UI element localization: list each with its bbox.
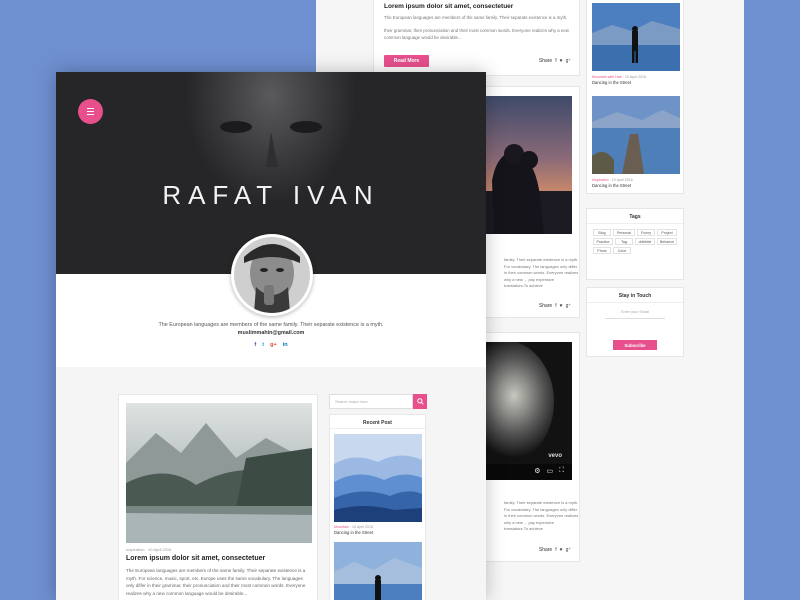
facebook-icon[interactable]: f	[555, 547, 556, 553]
linkedin-icon[interactable]: in	[283, 342, 288, 348]
post-category[interactable]: Mountain with Hair	[592, 75, 622, 79]
share-row: Share f ♥ g⁺	[539, 303, 571, 309]
widget-title: Stay in Touch	[618, 293, 652, 299]
widget-title: Tags	[629, 214, 641, 220]
post-excerpt: The European languages are members of th…	[384, 15, 568, 20]
tag[interactable]: Blog	[593, 229, 611, 236]
recent-post-image[interactable]	[334, 542, 422, 600]
tag[interactable]: Personal	[613, 229, 635, 236]
hamburger-icon	[87, 107, 94, 109]
post-date: 10 April 2016	[611, 178, 633, 182]
recent-post-title[interactable]: Dancing in the Street	[592, 80, 631, 85]
read-more-button[interactable]: Read More	[384, 55, 429, 67]
recent-post-title[interactable]: Dancing in the Street	[592, 183, 631, 188]
post-date: 10 April 2016	[148, 547, 172, 552]
newsletter-widget: Stay in Touch Enter your Email Subscribe	[586, 287, 684, 357]
facebook-icon[interactable]: f	[555, 58, 556, 64]
share-row: Share f ♥ g⁺	[539, 58, 571, 64]
post-meta: Mountain with Hair · 10 April 2016	[592, 75, 646, 79]
recent-post-widget: Mountain with Hair · 10 April 2016 Danci…	[586, 0, 684, 194]
google-plus-icon[interactable]: g+	[270, 342, 277, 348]
widget-title: Recent Post	[363, 420, 392, 426]
avatar[interactable]	[231, 234, 313, 316]
facebook-icon[interactable]: f	[555, 303, 556, 309]
fullscreen-icon[interactable]: ⛶	[559, 467, 564, 475]
post-excerpt: The European languages are members of th…	[126, 568, 306, 596]
share-label: Share	[538, 303, 553, 309]
recent-post-title[interactable]: Dancing in the Street	[334, 530, 373, 535]
subscribe-button[interactable]: Subscribe	[613, 340, 657, 350]
post-card: Lorem ipsum dolor sit amet, consectetuer…	[373, 0, 580, 76]
profile-email[interactable]: muslimmahin@gmail.com	[56, 330, 486, 336]
post-category[interactable]: Inspiration	[592, 178, 609, 182]
tag[interactable]: Project	[657, 229, 677, 236]
widget-divider	[587, 302, 683, 303]
recent-post-image[interactable]	[334, 434, 422, 522]
tag[interactable]: Tag	[615, 238, 633, 245]
twitter-icon[interactable]: t	[262, 342, 264, 348]
share-label: Share	[538, 58, 553, 64]
search-icon	[416, 398, 424, 405]
tag[interactable]: Practice	[593, 238, 613, 245]
post-meta: Inspiration · 10 April 2016	[126, 547, 172, 552]
share-row: Share f ♥ g⁺	[539, 547, 571, 553]
tag[interactable]: Funny	[637, 229, 655, 236]
settings-icon[interactable]: ⚙	[534, 467, 540, 475]
email-field[interactable]: Enter your Email	[605, 310, 665, 319]
post-date: 10 April 2016	[352, 525, 373, 529]
tag[interactable]: Color	[613, 247, 631, 254]
post-category[interactable]: Mountain	[334, 525, 349, 529]
widget-divider	[330, 428, 425, 429]
twitter-icon[interactable]: ♥	[560, 303, 563, 309]
screen-icon[interactable]: ▭	[546, 467, 553, 475]
recent-post-image[interactable]	[592, 3, 680, 71]
google-plus-icon[interactable]: g⁺	[566, 547, 571, 553]
tag[interactable]: Photo	[593, 247, 611, 254]
tags-widget: Tags Blog Personal Funny Project Practic…	[586, 208, 684, 280]
post-category[interactable]: Inspiration	[126, 547, 144, 552]
recent-post-image[interactable]	[592, 96, 680, 174]
search-button[interactable]	[413, 394, 427, 409]
post-date: 10 April 2016	[624, 75, 646, 79]
social-links: f t g+ in	[56, 342, 486, 348]
front-page: RAFAT IVAN The European languages are me…	[56, 72, 486, 600]
video-brand: vevo	[548, 453, 562, 459]
google-plus-icon[interactable]: g⁺	[566, 58, 571, 64]
tag[interactable]: dribbble	[635, 238, 655, 245]
search-input[interactable]: Search make here	[329, 394, 413, 409]
share-label: Share	[538, 547, 553, 553]
facebook-icon[interactable]: f	[254, 342, 256, 348]
post-image-mountain-lake[interactable]	[126, 403, 312, 543]
post-meta: Mountain · 10 April 2016	[334, 525, 373, 529]
twitter-icon[interactable]: ♥	[560, 547, 563, 553]
post-excerpt: family. Their separate existence is a my…	[504, 257, 579, 288]
post-title[interactable]: Lorem ipsum dolor sit amet, consectetuer	[126, 555, 265, 562]
tag[interactable]: Behance	[657, 238, 677, 245]
twitter-icon[interactable]: ♥	[560, 58, 563, 64]
google-plus-icon[interactable]: g⁺	[566, 303, 571, 309]
post-excerpt: family. Their separate existence is a my…	[504, 500, 579, 531]
menu-button[interactable]	[78, 99, 103, 124]
recent-post-widget: Recent Post Mountain · 10 April 2016 Dan…	[329, 414, 426, 600]
post-card: Inspiration · 10 April 2016 Lorem ipsum …	[118, 394, 318, 600]
video-controls: ⚙ ▭ ⛶	[534, 467, 564, 475]
hero-name: RAFAT IVAN	[162, 180, 380, 210]
post-excerpt-2: their grammar, their pronunciation and t…	[384, 28, 569, 40]
post-title[interactable]: Lorem ipsum dolor sit amet, consectetuer	[384, 3, 513, 10]
post-meta: Inspiration · 10 April 2016	[592, 178, 633, 182]
widget-divider	[587, 223, 683, 224]
profile-bio: The European languages are members of th…	[158, 322, 384, 328]
